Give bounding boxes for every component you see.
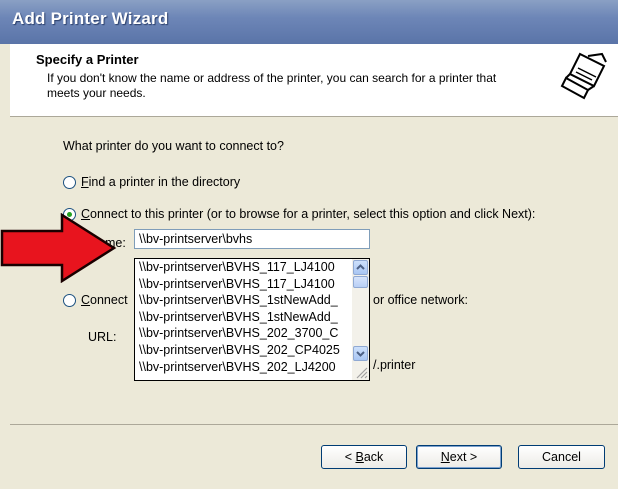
scroll-down-button[interactable] xyxy=(353,346,368,361)
url-tail-text: /.printer xyxy=(373,358,416,372)
list-item[interactable]: \\bv-printserver\BVHS_1stNewAdd_ xyxy=(135,292,351,309)
chevron-down-icon xyxy=(356,351,365,357)
back-button-label: < Back xyxy=(344,450,384,464)
find-printer-option[interactable]: Find a printer in the directory xyxy=(63,175,240,189)
find-printer-label: Find a printer in the directory xyxy=(81,175,241,189)
list-item[interactable]: \\bv-printserver\BVHS_202_CP4025 xyxy=(135,342,351,359)
wizard-header: Specify a Printer If you don't know the … xyxy=(10,44,618,117)
window-title: Add Printer Wizard xyxy=(12,9,169,28)
internet-printer-radio[interactable] xyxy=(63,293,76,307)
list-item[interactable]: \\bv-printserver\BVHS_1stNewAdd_ xyxy=(135,309,351,326)
resize-grip-icon[interactable] xyxy=(354,365,368,379)
connect-printer-label: Connect to this printer (or to browse fo… xyxy=(81,207,536,221)
scroll-up-button[interactable] xyxy=(353,260,368,275)
list-item[interactable]: \\bv-printserver\BVHS_117_LJ4100 xyxy=(135,276,351,293)
printer-icon xyxy=(559,51,609,101)
next-button[interactable]: Next > xyxy=(416,445,502,469)
question-text: What printer do you want to connect to? xyxy=(63,139,284,153)
back-button[interactable]: < Back xyxy=(321,445,407,469)
header-title: Specify a Printer xyxy=(36,52,139,67)
title-bar[interactable]: Add Printer Wizard xyxy=(0,0,618,44)
next-button-label: Next > xyxy=(440,450,478,464)
printer-name-input[interactable]: \\bv-printserver\bvhs xyxy=(134,229,370,249)
find-printer-radio[interactable] xyxy=(63,175,76,189)
internet-printer-option[interactable]: Connect xyxy=(63,293,128,307)
autocomplete-dropdown[interactable]: \\bv-printserver\BVHS_117_LJ4100 \\bv-pr… xyxy=(134,258,370,381)
red-arrow-annotation xyxy=(0,213,117,283)
header-subtitle: If you don't know the name or address of… xyxy=(47,71,497,100)
list-item[interactable]: \\bv-printserver\BVHS_202_LJ4200 xyxy=(135,359,351,376)
list-item[interactable]: \\bv-printserver\BVHS_117_LJ4100 xyxy=(135,259,351,276)
scroll-thumb[interactable] xyxy=(353,276,368,288)
chevron-up-icon xyxy=(356,264,365,270)
add-printer-wizard-window: Add Printer Wizard Specify a Printer If … xyxy=(0,0,618,489)
dropdown-scrollbar[interactable] xyxy=(352,259,369,380)
connect-printer-option[interactable]: Connect to this printer (or to browse fo… xyxy=(63,207,535,221)
list-item[interactable]: \\bv-printserver\BVHS_202_3700_C xyxy=(135,325,351,342)
cancel-button[interactable]: Cancel xyxy=(518,445,605,469)
url-label: URL: xyxy=(88,330,117,344)
footer-divider xyxy=(10,424,618,425)
internet-option-tail: or office network: xyxy=(373,293,468,307)
internet-printer-label: Connect xyxy=(81,293,128,307)
